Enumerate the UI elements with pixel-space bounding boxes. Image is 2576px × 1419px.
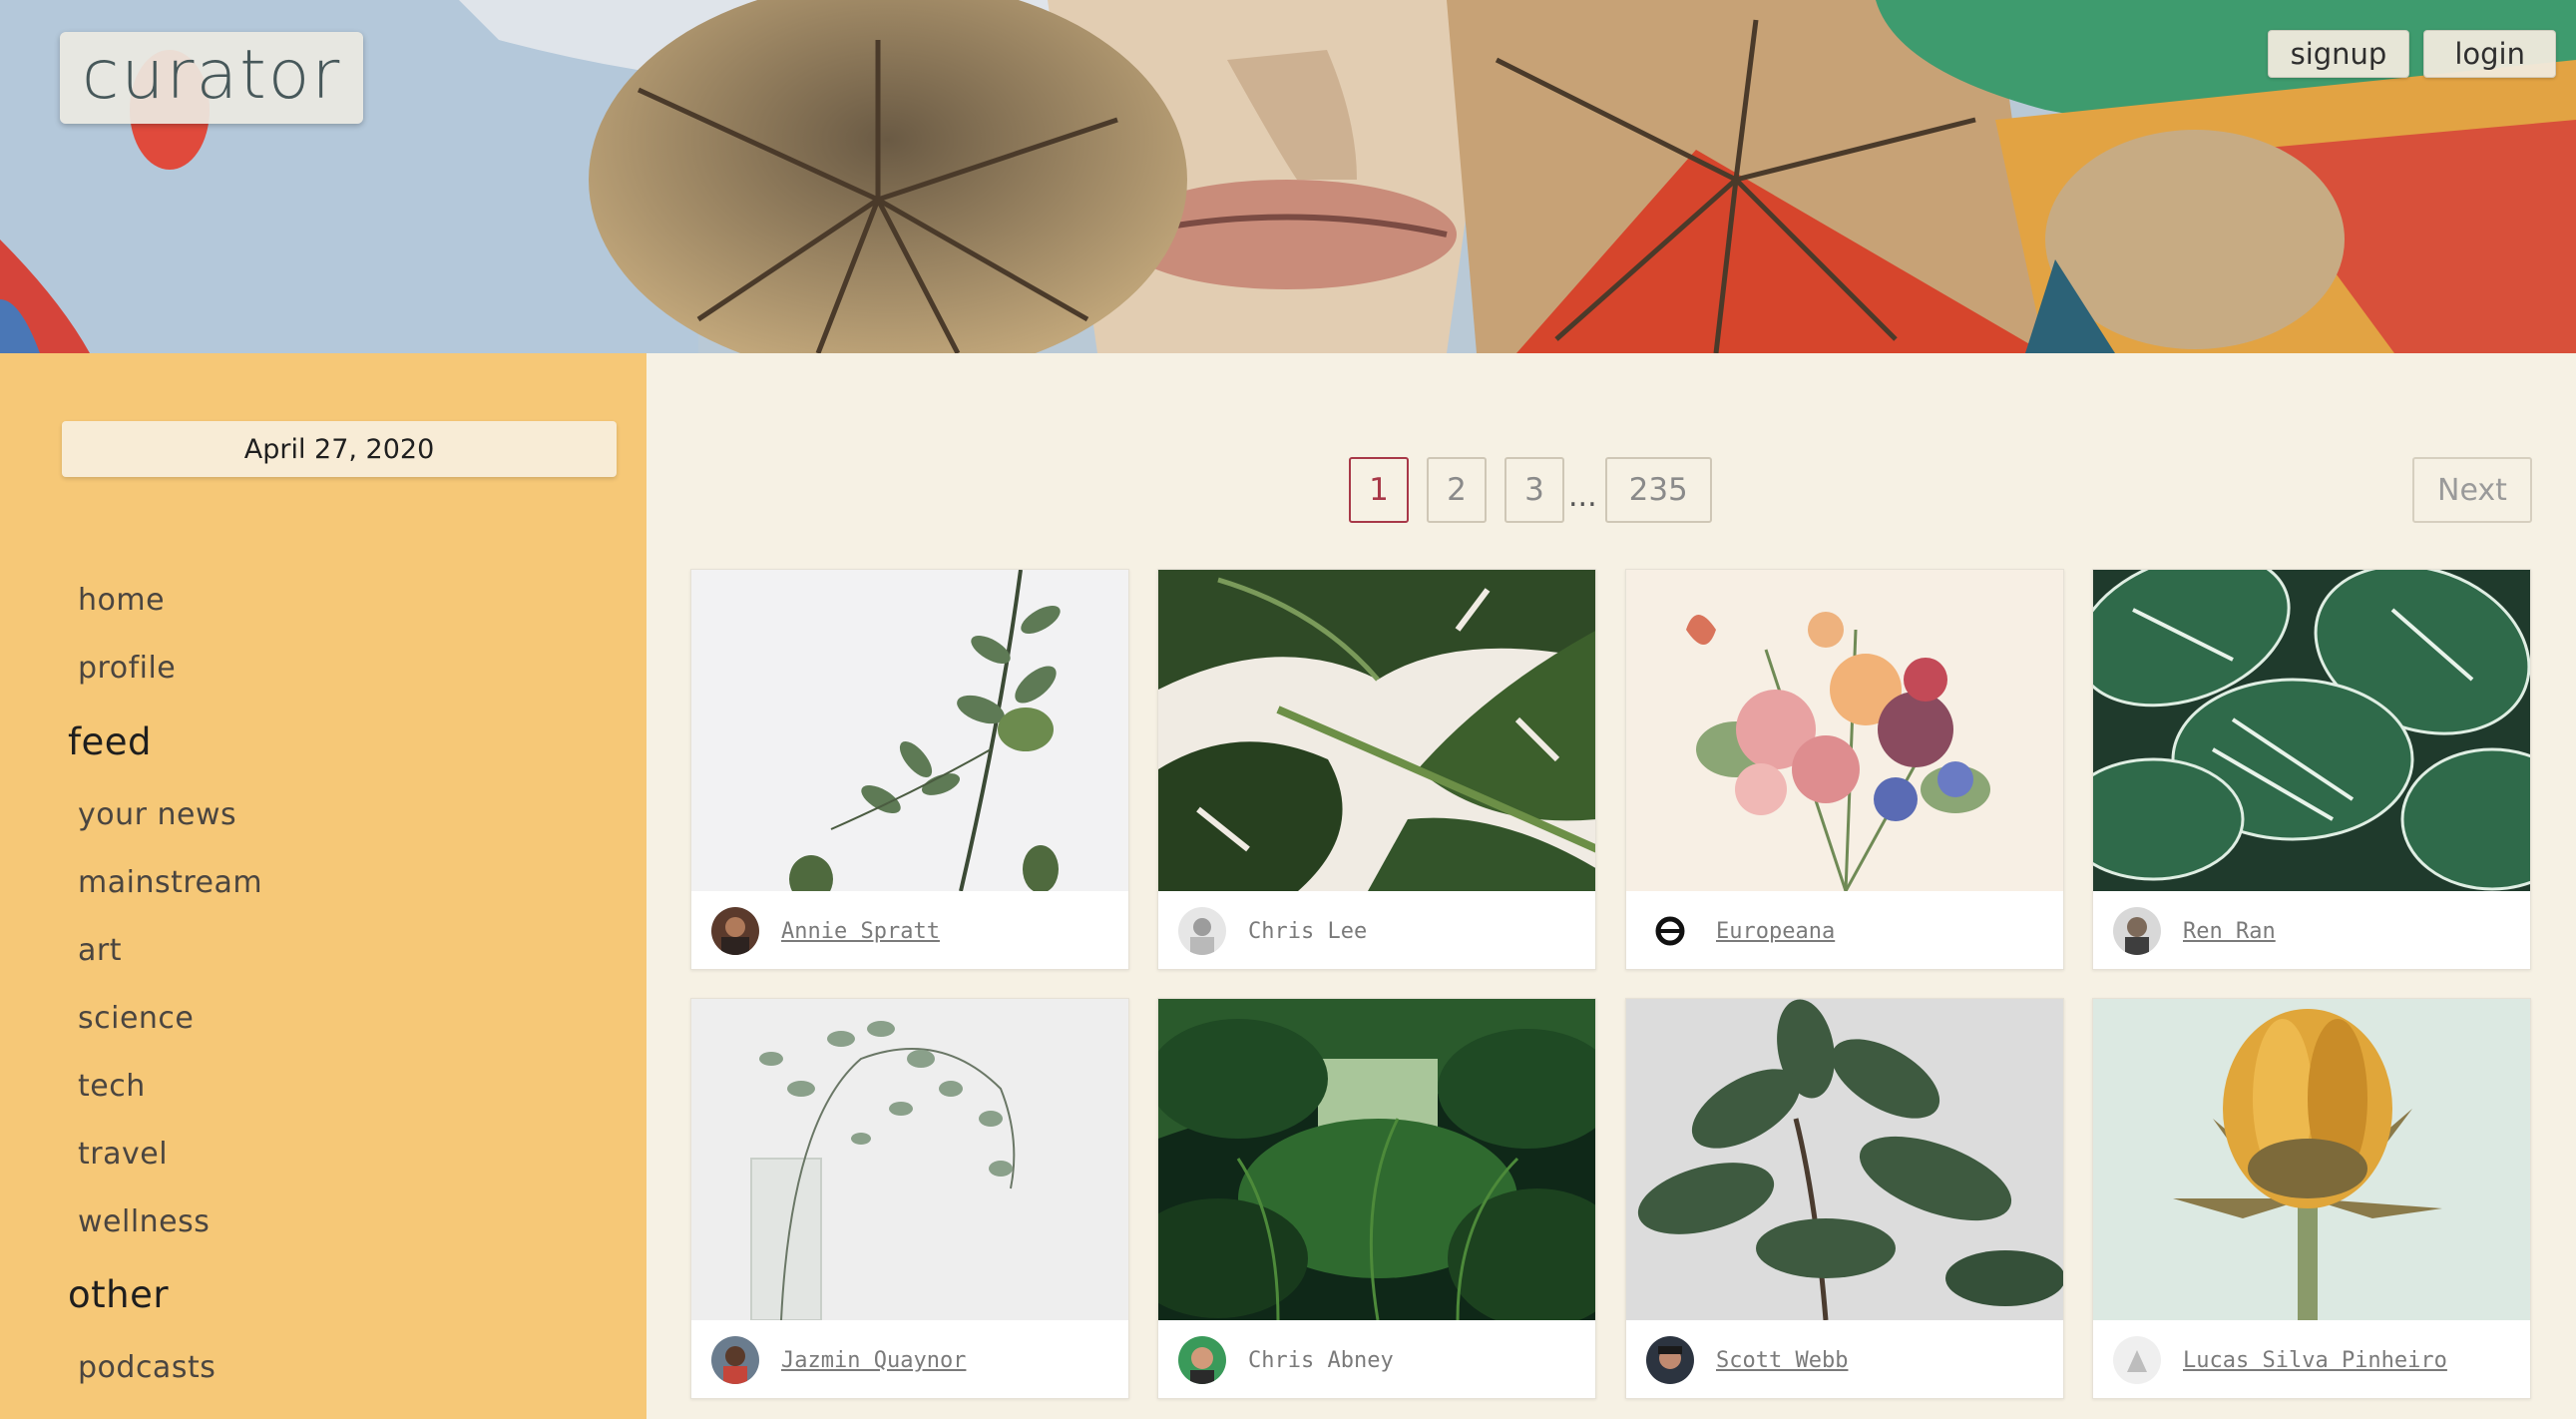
signup-button[interactable]: signup [2267, 30, 2410, 78]
author-avatar[interactable] [2113, 907, 2161, 955]
card-footer: Annie Spratt [691, 891, 1128, 969]
photo-card[interactable]: Europeana [1625, 569, 2064, 970]
card-footer: Jazmin Quaynor [691, 1320, 1128, 1398]
pagination-ellipsis: ... [1568, 478, 1597, 514]
sidebar-item-science[interactable]: science [78, 1001, 194, 1036]
page-button-last[interactable]: 235 [1604, 457, 1712, 523]
card-footer: Ren Ran [2093, 891, 2530, 969]
sidebar-item-wellness[interactable]: wellness [78, 1204, 210, 1239]
sidebar-heading-other: other [68, 1273, 170, 1316]
author-name[interactable]: Chris Abney [1248, 1348, 1394, 1373]
hero-mural-image [0, 0, 2576, 353]
sidebar-item-tech[interactable]: tech [78, 1069, 146, 1104]
sidebar-item-art[interactable]: art [78, 933, 122, 968]
sidebar-item-travel[interactable]: travel [78, 1137, 168, 1172]
author-link[interactable]: Ren Ran [2183, 919, 2276, 944]
page-button-3[interactable]: 3 [1504, 457, 1564, 523]
photo-card[interactable]: Lucas Silva Pinheiro [2092, 998, 2531, 1399]
login-button[interactable]: login [2423, 30, 2556, 78]
photo-card[interactable]: Scott Webb [1625, 998, 2064, 1399]
app-logo[interactable]: curator [60, 32, 364, 124]
sidebar-item-mainstream[interactable]: mainstream [78, 865, 262, 900]
author-link[interactable]: Lucas Silva Pinheiro [2183, 1348, 2447, 1373]
photo-greenhouse-jungle[interactable] [1158, 999, 1595, 1320]
sidebar-item-your-news[interactable]: your news [78, 797, 236, 832]
pagination: 1 2 3 ... 235 [1349, 457, 1730, 523]
author-link[interactable]: Scott Webb [1716, 1348, 1848, 1373]
auth-buttons: signup login [2267, 30, 2556, 78]
author-avatar[interactable] [1646, 907, 1694, 955]
photo-card[interactable]: Jazmin Quaynor [690, 998, 1129, 1399]
sidebar-heading-feed: feed [68, 720, 153, 763]
author-name[interactable]: Chris Lee [1248, 919, 1367, 944]
photo-card[interactable]: Ren Ran [2092, 569, 2531, 970]
sidebar-item-podcasts[interactable]: podcasts [78, 1350, 215, 1385]
photo-card[interactable]: Chris Lee [1157, 569, 1596, 970]
author-link[interactable]: Europeana [1716, 919, 1835, 944]
author-avatar[interactable] [1178, 907, 1226, 955]
author-avatar[interactable] [2113, 1336, 2161, 1384]
photo-monstera[interactable] [1158, 570, 1595, 891]
photo-card[interactable]: Annie Spratt [690, 569, 1129, 970]
hero-banner: curator signup login [0, 0, 2576, 353]
photo-eucalyptus[interactable] [691, 570, 1128, 891]
current-date: April 27, 2020 [62, 421, 617, 477]
sidebar-item-profile[interactable]: profile [78, 651, 176, 686]
page-button-1[interactable]: 1 [1349, 457, 1409, 523]
photo-sunflower-bud[interactable] [2093, 999, 2530, 1320]
photo-card[interactable]: Chris Abney [1157, 998, 1596, 1399]
author-avatar[interactable] [711, 1336, 759, 1384]
card-footer: Scott Webb [1626, 1320, 2063, 1398]
author-avatar[interactable] [711, 907, 759, 955]
photo-rubber-plant[interactable] [1626, 999, 2063, 1320]
photo-calathea[interactable] [2093, 570, 2530, 891]
photo-flower-bouquet[interactable] [1626, 570, 2063, 891]
author-link[interactable]: Jazmin Quaynor [781, 1348, 966, 1373]
sidebar: April 27, 2020 home profile feed your ne… [0, 353, 646, 1419]
card-footer: Chris Lee [1158, 891, 1595, 969]
card-footer: Europeana [1626, 891, 2063, 969]
next-page-button[interactable]: Next [2412, 457, 2532, 523]
card-footer: Chris Abney [1158, 1320, 1595, 1398]
author-avatar[interactable] [1646, 1336, 1694, 1384]
card-footer: Lucas Silva Pinheiro [2093, 1320, 2530, 1398]
page-button-2[interactable]: 2 [1427, 457, 1487, 523]
author-avatar[interactable] [1178, 1336, 1226, 1384]
photo-eucalyptus-vase[interactable] [691, 999, 1128, 1320]
sidebar-item-home[interactable]: home [78, 583, 165, 618]
author-link[interactable]: Annie Spratt [781, 919, 940, 944]
